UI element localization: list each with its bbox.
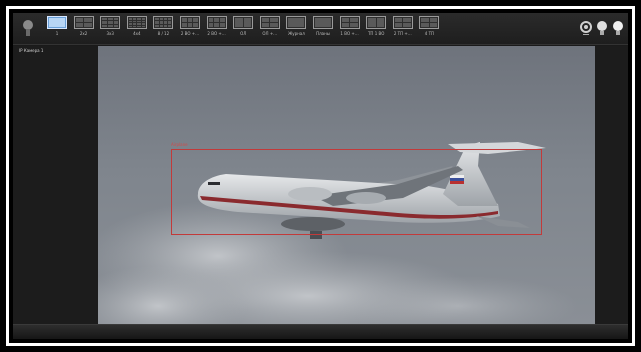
layout-2b-icon: [206, 16, 227, 29]
layout-button-label: 2 ТП +…: [393, 31, 412, 36]
layout-button-4[interactable]: 8 / 12: [150, 16, 176, 42]
layout-button-label: 4x4: [133, 31, 141, 36]
layout-tp-icon: [366, 16, 387, 29]
camera-list-panel: IP Камера 1: [13, 46, 98, 326]
layout-button-5[interactable]: 2 ВО +…: [177, 16, 203, 42]
layout-1vo-icon: [339, 16, 360, 29]
layout-button-label: Журнал: [287, 31, 305, 36]
detection-label: Airplane: [171, 142, 188, 147]
camera-video-feed[interactable]: Airplane: [98, 46, 595, 324]
layout-8-12-icon: [153, 16, 174, 29]
layout-button-label: ОЛ +…: [262, 31, 278, 36]
layout-button-label: 1 ВО +…: [340, 31, 359, 36]
settings-icon[interactable]: [579, 19, 593, 37]
camera-label[interactable]: IP Камера 1: [19, 48, 43, 53]
layout-4tp-icon: [419, 16, 440, 29]
layout-button-label: 1: [55, 31, 59, 36]
layout-3x3-icon: [100, 16, 121, 29]
info-icon[interactable]: [595, 19, 609, 37]
layout-ol-plus-icon: [259, 16, 280, 29]
layout-button-7[interactable]: ОЛ: [230, 16, 256, 42]
right-side-panel: [595, 46, 628, 326]
layout-button-3[interactable]: 4x4: [124, 16, 150, 42]
layout-2-icon: [180, 16, 200, 29]
layout-button-label: Планы: [316, 31, 330, 36]
layout-2tp-icon: [392, 16, 413, 29]
layout-button-label: 2 ВО +…: [180, 31, 200, 36]
layout-button-label: 8 / 12: [157, 31, 170, 36]
layout-button-10[interactable]: Планы: [310, 16, 336, 42]
layout-button-label: 4 ТП: [424, 31, 435, 36]
journal-icon: [286, 16, 307, 29]
layout-button-8[interactable]: ОЛ +…: [257, 16, 283, 42]
layout-button-14[interactable]: 4 ТП: [416, 16, 442, 42]
toolbar: 1 2x2 3x3 4x4 8 / 12 2 ВО +… 2 ВО +… ОЛ ОЛ +… Жур…: [13, 13, 628, 45]
layout-button-label: 2 ВО +…: [207, 31, 226, 36]
layout-button-9[interactable]: Журнал: [283, 16, 309, 42]
video-surveillance-app: 1 2x2 3x3 4x4 8 / 12 2 ВО +… 2 ВО +… ОЛ ОЛ +… Жур…: [13, 13, 628, 339]
layout-button-2[interactable]: 3x3: [97, 16, 123, 42]
layout-button-6[interactable]: 2 ВО +…: [204, 16, 230, 42]
timeline-bar[interactable]: [13, 324, 628, 339]
detection-bounding-box: [171, 149, 542, 235]
app-logo-icon: [23, 20, 33, 36]
plans-icon: [313, 16, 333, 29]
layout-4x4-icon: [126, 16, 147, 29]
light-icon[interactable]: [611, 19, 625, 37]
layout-2x2-icon: [73, 16, 94, 29]
layout-button-12[interactable]: ТП 1 ВО: [363, 16, 389, 42]
layout-button-label: ТП 1 ВО: [367, 31, 385, 36]
layout-button-1[interactable]: 2x2: [71, 16, 97, 42]
layout-1-icon: [47, 16, 67, 29]
layout-button-0[interactable]: 1: [44, 16, 70, 42]
layout-button-13[interactable]: 2 ТП +…: [390, 16, 416, 42]
layout-button-11[interactable]: 1 ВО +…: [337, 16, 363, 42]
layout-button-label: ОЛ: [240, 31, 247, 36]
layout-button-label: 2x2: [79, 31, 88, 36]
layout-ol-icon: [233, 16, 254, 29]
layout-button-label: 3x3: [106, 31, 114, 36]
